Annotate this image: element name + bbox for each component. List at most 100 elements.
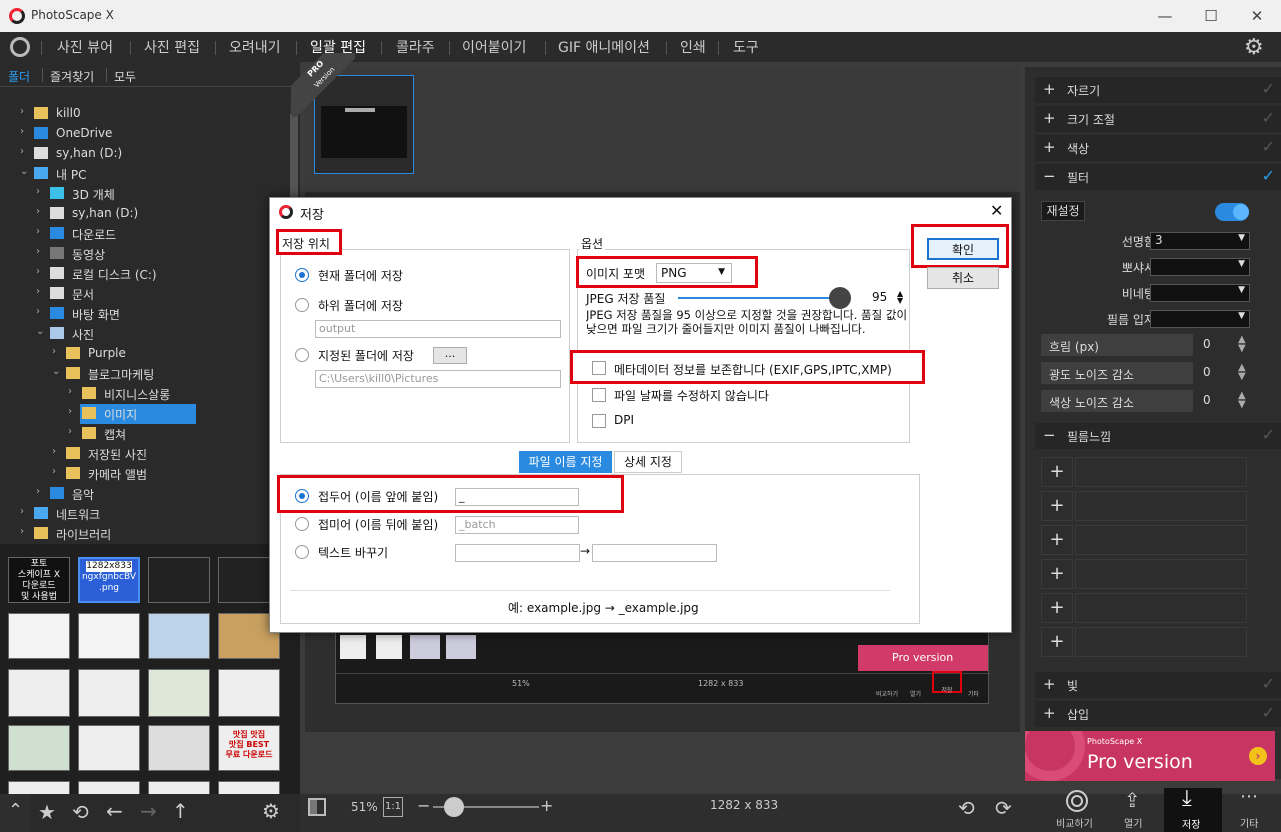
section-color[interactable]: + 색상 ✓ [1035, 135, 1281, 161]
stepper-icon[interactable]: ▲ ▼ [1238, 363, 1246, 382]
tree-item[interactable]: › 네트워크 [0, 504, 290, 524]
rotate-left-icon[interactable]: ⟲ [958, 796, 975, 820]
tree-item[interactable]: › 카메라 앨범 [0, 464, 290, 484]
menu-collage[interactable]: 콜라주 [396, 37, 435, 57]
reset-button[interactable]: 재설정 [1041, 201, 1085, 221]
radio-suffix[interactable] [295, 517, 309, 531]
vignette-select[interactable]: ▼ [1150, 284, 1250, 302]
keep-date-checkbox[interactable] [592, 388, 606, 402]
view-mode-icon[interactable] [308, 798, 326, 816]
tree-item[interactable]: › kill0 [0, 104, 290, 124]
replace-text-label[interactable]: 텍스트 바꾸기 [318, 544, 388, 561]
tree-item[interactable]: › 이미지 [0, 404, 290, 424]
jpeg-quality-slider[interactable] [678, 287, 851, 309]
tree-item[interactable]: › 저장된 사진 [0, 444, 290, 464]
more-button[interactable]: ⋯ 기타 [1226, 786, 1276, 830]
tree-item[interactable]: › 동영상 [0, 244, 290, 264]
thumbnail[interactable] [78, 669, 140, 717]
tree-item[interactable]: › 음악 [0, 484, 290, 504]
folder-path-input[interactable]: C:\Users\kill0\Pictures [315, 370, 561, 388]
suffix-input[interactable]: _batch [455, 516, 579, 534]
chevron-right-icon[interactable]: › [52, 346, 56, 357]
section-crop[interactable]: + 자르기 ✓ [1035, 77, 1281, 103]
dialog-close-button[interactable]: ✕ [990, 201, 1003, 220]
thumbnail[interactable] [148, 781, 210, 794]
stepper-icon[interactable]: ▲ ▼ [897, 290, 903, 305]
refresh-icon[interactable]: ⟲ [72, 800, 89, 824]
rotate-right-icon[interactable]: ⟳ [995, 796, 1012, 820]
zoom-slider[interactable] [433, 797, 539, 817]
thumbnail[interactable] [8, 725, 70, 771]
browse-button[interactable]: ... [433, 347, 467, 364]
chevron-right-icon[interactable]: › [36, 486, 40, 497]
chevron-down-icon[interactable]: ⌄ [20, 166, 28, 177]
chevron-right-icon[interactable]: › [68, 386, 72, 397]
chevron-right-icon[interactable]: › [36, 306, 40, 317]
zoom-out-icon[interactable]: − [417, 796, 430, 815]
thumbnail[interactable]: 맛집 맛집 맛집 BEST 무료 다운로드 [218, 725, 280, 771]
radio-current-folder[interactable] [295, 268, 309, 282]
thumbnail[interactable] [218, 669, 280, 717]
tab-advanced[interactable]: 상세 지정 [614, 451, 682, 473]
current-folder-label[interactable]: 현재 폴더에 저장 [318, 267, 403, 284]
star-icon[interactable]: ★ [38, 800, 56, 824]
tree-item[interactable]: › 비지니스살롱 [0, 384, 290, 404]
tree-item[interactable]: › 로컬 디스크 (C:) [0, 264, 290, 284]
open-button[interactable]: ⇪ 열기 [1110, 788, 1160, 830]
thumbnail[interactable] [78, 781, 140, 794]
replace-from-input[interactable] [455, 544, 580, 562]
thumbnail-selected[interactable]: 1282x833 ngxfgnbcBV .png [78, 557, 140, 603]
dpi-label[interactable]: DPI [614, 413, 634, 427]
thumbnail[interactable] [148, 725, 210, 771]
chevron-right-icon[interactable]: › [68, 406, 72, 417]
tree-item[interactable]: › 문서 [0, 284, 290, 304]
menu-photo-viewer[interactable]: 사진 뷰어 [57, 37, 113, 57]
jpeg-quality-slider-thumb[interactable] [828, 287, 851, 309]
add-film-slot[interactable]: + [1041, 457, 1073, 487]
section-insert[interactable]: + 삽입 ✓ [1035, 701, 1281, 727]
chevron-down-icon[interactable]: ⌄ [52, 366, 60, 377]
cancel-button[interactable]: 취소 [927, 267, 999, 289]
suffix-label[interactable]: 접미어 (이름 뒤에 붙임) [318, 516, 438, 533]
stepper-icon[interactable]: ▲ ▼ [1238, 391, 1246, 410]
radio-specified-folder[interactable] [295, 348, 309, 362]
chevron-right-icon[interactable]: › [20, 526, 24, 537]
thumbnail[interactable] [8, 781, 70, 794]
compare-button[interactable]: 비교하기 [1046, 790, 1106, 830]
chevron-down-icon[interactable]: ⌄ [36, 326, 44, 337]
chevron-right-icon[interactable]: › [52, 446, 56, 457]
section-light[interactable]: + 빛 ✓ [1035, 672, 1281, 698]
chevron-right-icon[interactable]: › [52, 466, 56, 477]
chevron-right-icon[interactable]: › [20, 106, 24, 117]
tab-all[interactable]: 모두 [114, 68, 136, 85]
section-film[interactable]: − 필름느낌 ✓ [1035, 423, 1281, 449]
zoom-in-icon[interactable]: + [540, 796, 553, 815]
back-arrow-icon[interactable]: ← [106, 799, 123, 823]
radio-prefix[interactable] [295, 489, 309, 503]
section-filter[interactable]: − 필터 ✓ [1035, 164, 1281, 190]
tree-item[interactable]: ⌄ 내 PC [0, 164, 290, 184]
subfolder-label[interactable]: 하위 폴더에 저장 [318, 297, 403, 314]
tab-favorites[interactable]: 즐겨찾기 [50, 68, 94, 85]
tree-item[interactable]: › 캡쳐 [0, 424, 290, 444]
chevron-right-icon[interactable]: › [68, 426, 72, 437]
add-film-slot[interactable]: + [1041, 627, 1073, 657]
close-button[interactable]: ✕ [1247, 6, 1267, 26]
thumbnail[interactable] [148, 613, 210, 659]
menu-cut-out[interactable]: 오려내기 [229, 37, 281, 57]
chevron-right-icon[interactable]: › [36, 226, 40, 237]
prefix-label[interactable]: 접두어 (이름 앞에 붙임) [318, 488, 438, 505]
radio-replace-text[interactable] [295, 545, 309, 559]
minimize-button[interactable]: — [1155, 6, 1175, 26]
settings-gear-icon[interactable]: ⚙ [1244, 35, 1264, 60]
subfolder-input[interactable]: output [315, 320, 561, 338]
tree-item[interactable]: › sy,han (D:) [0, 204, 290, 224]
thumbnail[interactable] [78, 613, 140, 659]
menu-photo-editor[interactable]: 사진 편집 [144, 37, 200, 57]
image-format-select[interactable]: PNG ▼ [656, 263, 732, 283]
soft-focus-select[interactable]: ▼ [1150, 258, 1250, 276]
specified-folder-label[interactable]: 지정된 폴더에 저장 [318, 347, 414, 364]
home-icon[interactable] [10, 37, 30, 57]
tab-file-naming[interactable]: 파일 이름 지정 [519, 451, 612, 473]
chevron-up-icon[interactable]: ⌃ [8, 800, 23, 821]
